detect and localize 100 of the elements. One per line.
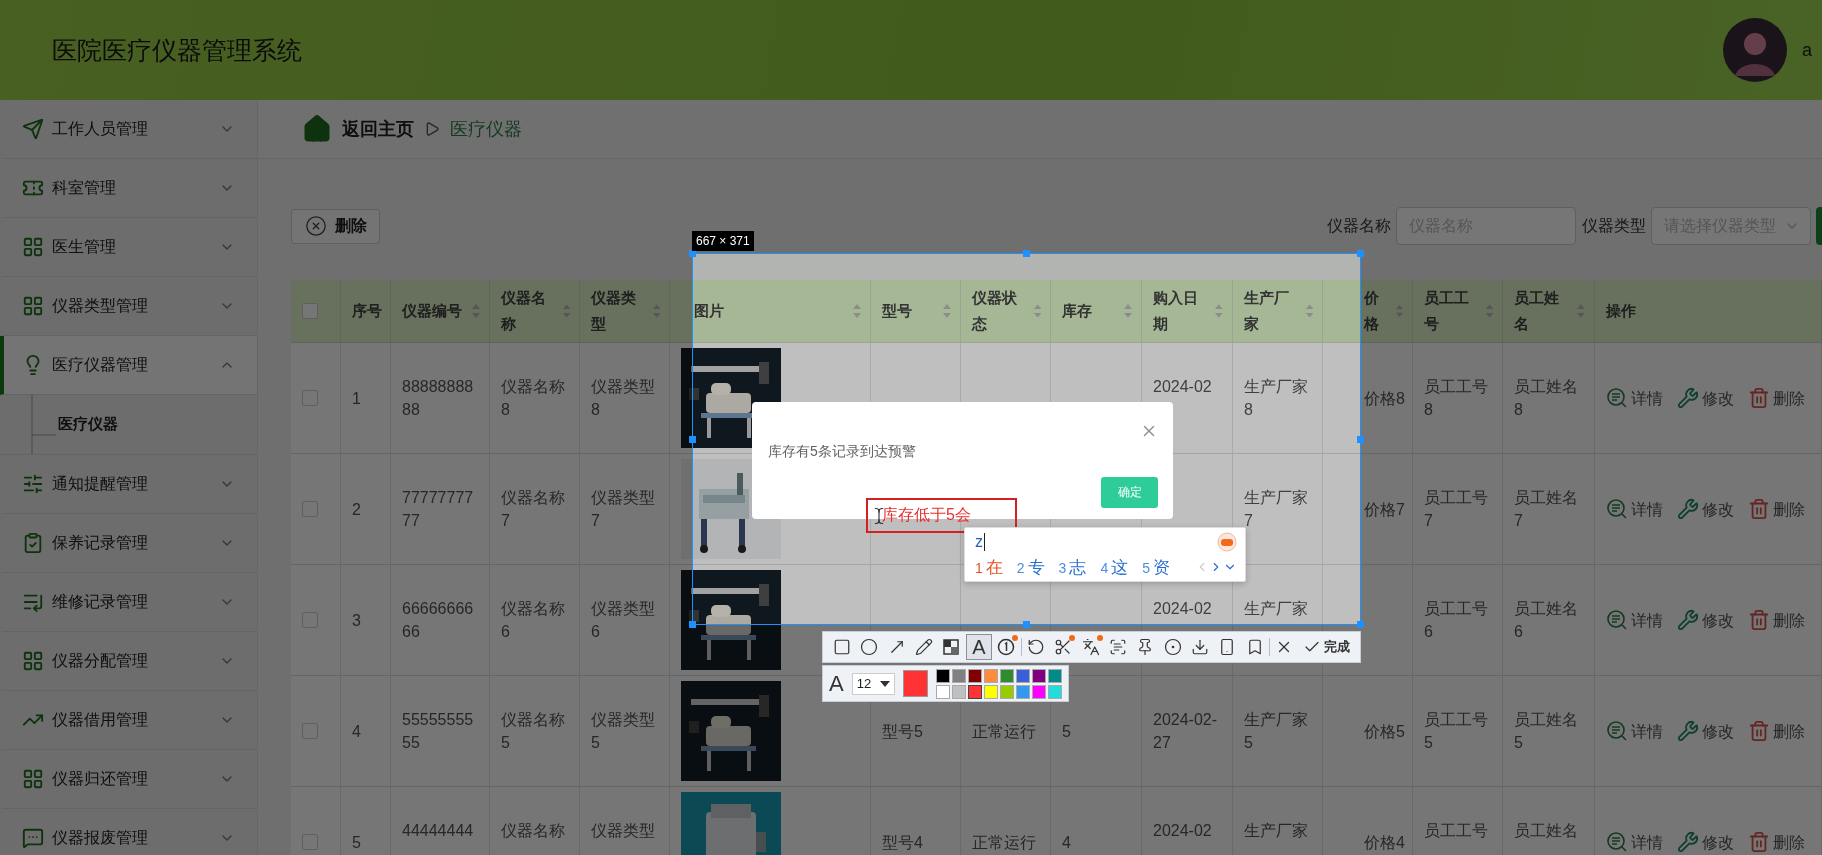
sort-icon[interactable] xyxy=(1576,303,1586,319)
ime-candidate[interactable]: 3 志 xyxy=(1058,555,1087,579)
wrench-icon xyxy=(1677,498,1699,520)
confirm-button[interactable]: 确定 xyxy=(1101,477,1158,508)
sort-icon[interactable] xyxy=(651,303,661,319)
table-cell: 正常运行 xyxy=(961,787,1051,855)
resize-handle[interactable] xyxy=(1357,621,1364,628)
edit-link[interactable]: 修改 xyxy=(1677,719,1734,743)
ime-candidate[interactable]: 1 在 xyxy=(975,555,1003,579)
table-cell: 生产厂家 xyxy=(1233,787,1323,855)
color-chip[interactable] xyxy=(984,684,998,699)
selection-frame[interactable] xyxy=(692,253,1361,625)
table-cell: 员工工号8 xyxy=(1413,343,1503,453)
color-chip[interactable] xyxy=(1048,684,1062,699)
resize-handle[interactable] xyxy=(1023,250,1030,257)
resize-handle[interactable] xyxy=(689,250,696,257)
current-color-swatch[interactable] xyxy=(902,670,928,697)
edit-link[interactable]: 修改 xyxy=(1677,608,1734,632)
sort-icon[interactable] xyxy=(1214,303,1224,319)
resize-handle[interactable] xyxy=(1023,621,1030,628)
sort-icon[interactable] xyxy=(1395,303,1404,319)
clipboard-check-icon xyxy=(22,532,44,554)
sort-icon[interactable] xyxy=(1484,303,1494,319)
table-cell: 仪器名称6 xyxy=(490,565,580,675)
resize-handle[interactable] xyxy=(689,621,696,628)
table-cell: 仪器名称5 xyxy=(490,676,580,786)
color-chip[interactable] xyxy=(936,668,950,683)
checkbox[interactable] xyxy=(302,303,318,319)
column-header: 员工姓名 xyxy=(1514,288,1560,334)
table-cell: 仪器类型6 xyxy=(580,565,670,675)
edit-link[interactable]: 修改 xyxy=(1677,830,1734,854)
sort-icon[interactable] xyxy=(561,303,571,319)
text-tool[interactable]: A xyxy=(965,634,992,660)
color-chip[interactable] xyxy=(968,684,982,699)
table-cell: 仪器类型8 xyxy=(580,343,670,453)
table-cell: 8888888888 xyxy=(391,343,490,453)
table-cell: 生产厂家8 xyxy=(1233,343,1323,453)
color-chip[interactable] xyxy=(1000,684,1014,699)
table-cell: 仪器名称 xyxy=(490,787,580,855)
detail-link[interactable]: 详情 xyxy=(1606,830,1663,854)
table-cell: 4 xyxy=(341,676,391,786)
color-chip[interactable] xyxy=(1000,668,1014,683)
sort-icon[interactable] xyxy=(1032,303,1042,319)
size-label: 667 × 371 xyxy=(692,231,754,251)
detail-link[interactable]: 详情 xyxy=(1606,719,1663,743)
edit-link[interactable]: 修改 xyxy=(1677,497,1734,521)
delete-link[interactable]: 删除 xyxy=(1748,830,1805,854)
delete-link[interactable]: 删除 xyxy=(1748,608,1805,632)
table-cell: 2024-02-27 xyxy=(1142,676,1233,786)
sort-icon[interactable] xyxy=(1123,303,1133,319)
column-header: 图片 xyxy=(694,301,724,321)
message-icon xyxy=(22,827,44,849)
color-chip[interactable] xyxy=(1016,684,1030,699)
sort-icon[interactable] xyxy=(852,303,862,319)
table-cell: 2 xyxy=(341,454,391,564)
home-icon[interactable] xyxy=(302,114,332,144)
delete-link[interactable]: 删除 xyxy=(1748,719,1805,743)
color-chip[interactable] xyxy=(1032,668,1046,683)
resize-handle[interactable] xyxy=(1357,436,1364,443)
sort-icon[interactable] xyxy=(1304,303,1314,319)
table-cell: 员工姓名 xyxy=(1503,787,1595,855)
color-chip[interactable] xyxy=(936,684,950,699)
color-chip[interactable] xyxy=(1032,684,1046,699)
resize-handle[interactable] xyxy=(1357,250,1364,257)
table-cell: 生产厂家5 xyxy=(1233,676,1323,786)
column-header: 仪器类型 xyxy=(591,288,637,334)
sidebar-item[interactable]: 医疗仪器管理 xyxy=(0,336,257,395)
grid-icon xyxy=(22,650,44,672)
delete-link[interactable]: 删除 xyxy=(1748,497,1805,521)
column-header: 仪器名称 xyxy=(501,288,547,334)
color-chip[interactable] xyxy=(952,668,966,683)
ime-candidate[interactable]: 2 专 xyxy=(1016,555,1045,579)
avatar[interactable] xyxy=(1723,18,1787,82)
font-size-select[interactable]: 12 xyxy=(851,672,895,695)
color-chip[interactable] xyxy=(1048,668,1062,683)
delete-link[interactable]: 删除 xyxy=(1748,386,1805,410)
color-chip[interactable] xyxy=(1016,668,1030,683)
color-chip[interactable] xyxy=(952,684,966,699)
ime-input[interactable]: z xyxy=(975,533,985,551)
table-cell: 员工姓名7 xyxy=(1503,454,1595,564)
delete-button[interactable]: 删除 xyxy=(291,208,380,244)
record-icon xyxy=(1163,638,1182,656)
sort-icon[interactable] xyxy=(942,303,952,319)
circle-icon xyxy=(860,638,879,656)
detail-link[interactable]: 详情 xyxy=(1606,497,1663,521)
edit-link[interactable]: 修改 xyxy=(1677,386,1734,410)
color-chip[interactable] xyxy=(968,668,982,683)
detail-link[interactable]: 详情 xyxy=(1606,386,1663,410)
undo-icon xyxy=(1026,638,1045,656)
home-link[interactable]: 返回主页 xyxy=(342,117,414,141)
detail-icon xyxy=(1606,609,1628,631)
sort-icon[interactable] xyxy=(471,303,481,319)
table-cell: 仪器类型 xyxy=(580,787,670,855)
user-name[interactable]: a xyxy=(1802,39,1812,61)
detail-link[interactable]: 详情 xyxy=(1606,608,1663,632)
table-cell: 44444444 xyxy=(391,787,490,855)
column-header: 库存 xyxy=(1062,301,1092,321)
ime-candidate[interactable]: 4 这 xyxy=(1100,555,1129,579)
resize-handle[interactable] xyxy=(689,436,696,443)
color-chip[interactable] xyxy=(984,668,998,683)
